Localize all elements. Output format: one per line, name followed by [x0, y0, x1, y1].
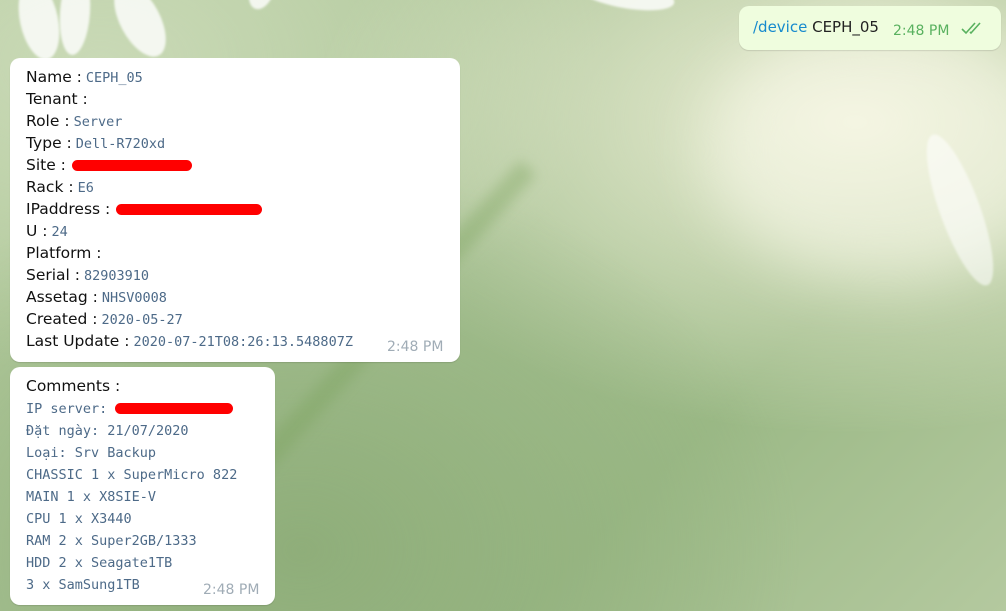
comment-line: MAIN 1 x X8SIE-V [26, 489, 157, 505]
command-argument: CEPH_05 [807, 18, 879, 36]
comment-line: Loại: Srv Backup [26, 445, 157, 461]
field-created: Created :2020-05-27 [26, 310, 183, 328]
double-check-icon [961, 22, 981, 35]
message-time: 2:48 PM [387, 339, 444, 355]
comment-line: RAM 2 x Super2GB/1333 [26, 533, 197, 549]
field-name: Name : CEPH_05 [26, 68, 143, 86]
field-ipaddress: IPaddress : [26, 199, 263, 221]
field-last-update: Last Update :2020-07-21T08:26:13.548807Z [26, 332, 353, 350]
comment-line: HDD 2 x Seagate1TB [26, 555, 173, 571]
comment-line: CHASSIC 1 x SuperMicro 822 [26, 467, 238, 483]
redaction-mark [115, 403, 234, 414]
field-role: Role : Server [26, 112, 123, 130]
field-platform: Platform : [26, 244, 102, 262]
device-info-message[interactable]: Name : CEPH_05 Tenant : Role : Server Type… [10, 58, 460, 362]
field-tenant: Tenant : [26, 90, 88, 108]
comment-line: 3 x SamSung1TB [26, 577, 140, 593]
comments-message[interactable]: Comments : IP server: Đặt ngày: 21/07/20… [10, 367, 275, 605]
field-rack: Rack : E6 [26, 178, 94, 196]
command-link[interactable]: /device [753, 18, 807, 36]
field-site: Site : [26, 155, 192, 177]
message-time: 2:48 PM [203, 582, 260, 598]
field-assetag: Assetag : NHSV0008 [26, 288, 167, 306]
message-time: 2:48 PM [893, 23, 950, 39]
comment-line: CPU 1 x X3440 [26, 511, 132, 527]
comment-line: Đặt ngày: 21/07/2020 [26, 423, 189, 439]
redaction-mark [71, 160, 192, 171]
field-u: U :24 [26, 222, 68, 240]
comment-line: IP server: [26, 398, 234, 420]
outgoing-message[interactable]: /device CEPH_05 2:48 PM [739, 6, 1001, 50]
field-type: Type : Dell-R720xd [26, 134, 166, 152]
redaction-mark [116, 204, 263, 215]
comments-title: Comments : [26, 377, 121, 395]
field-serial: Serial :82903910 [26, 266, 150, 284]
